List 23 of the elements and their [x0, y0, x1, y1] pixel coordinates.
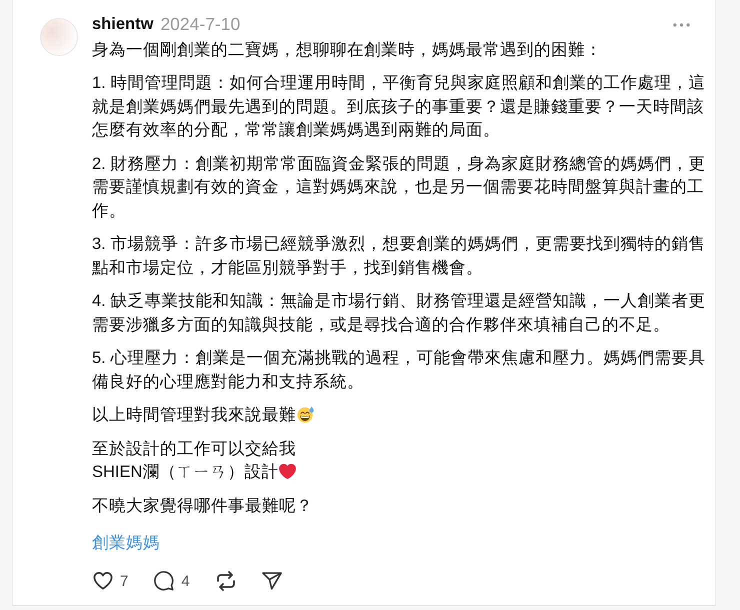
post-text: 2. 財務壓力：創業初期常常面臨資金緊張的問題，身為家庭財務總管的媽媽們，更需要謹慎規劃有效的資金，這對媽媽來說，也是另一個需要花時間盤算與計畫的工作。 [92, 154, 706, 220]
post-text: 5. 心理壓力：創業是一個充滿挑戰的過程，可能會帶來焦慮和壓力。媽媽們需要具備良好的心理應對能力和支持系統。 [92, 349, 706, 390]
post-text: 以上時間管理對我來說最難 [92, 406, 296, 424]
more-icon[interactable] [673, 23, 690, 27]
post-date: 2024-7-10 [160, 13, 240, 36]
post-text: 3. 市場競爭：許多市場已經競爭激烈，想要創業的媽媽們，更需要找到獨特的銷售點和市場定位，才能區別競爭對手，找到銷售機會。 [92, 235, 706, 276]
post-text: 4. 缺乏專業技能和知識：無論是市場行銷、財務管理還是經營知識，一人創業者更需要涉獵多方面的知識與技能，或是尋找合適的合作夥伴來填補自己的不足。 [92, 292, 706, 334]
heart-icon [93, 571, 113, 591]
sweat-smile-emoji-icon [297, 406, 314, 423]
share-button[interactable] [262, 571, 282, 591]
like-button[interactable]: 7 [93, 571, 128, 591]
paper-plane-icon [262, 571, 282, 591]
post-text: 1. 時間管理問題：如何合理運用時間，平衡育兒與家庭照顧和創業的工作處理，這就是創業媽媽們最先遇到的問題。到底孩子的事重要？還是賺錢重要？一天時間該怎麼有效率的分配，常常讓創業媽媽遇到兩難的局面。 [92, 74, 706, 139]
reply-button[interactable]: 4 [154, 571, 190, 591]
post-text: 身為一個剛創業的二寶媽，想聊聊在創業時，媽媽最常遇到的困難： [92, 40, 602, 58]
loop-arrows-icon [216, 571, 236, 591]
repost-button[interactable] [216, 571, 236, 591]
post-text: 不曉大家覺得哪件事最難呢？ [92, 496, 313, 514]
heart-emoji-icon [279, 463, 296, 480]
post-text: SHIEN瀾（ㄒㄧㄢ）設計 [92, 463, 278, 481]
post-text: 至於設計的工作可以交給我 [92, 440, 296, 458]
speech-bubble-icon [154, 571, 174, 591]
author-name[interactable]: shientw [92, 13, 154, 37]
